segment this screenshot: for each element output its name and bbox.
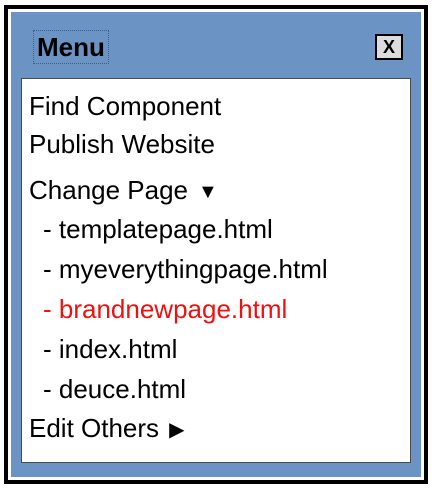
title-bar[interactable]: Menu X: [21, 12, 411, 78]
menu-item-find-component[interactable]: Find Component: [29, 87, 410, 125]
page-item-myeverythingpage[interactable]: - myeverythingpage.html: [29, 249, 410, 289]
page-item-deuce[interactable]: - deuce.html: [29, 369, 410, 409]
change-page-label: Change Page: [29, 175, 189, 205]
menu-window: Menu X Find Component Publish Website Ch…: [4, 5, 428, 484]
menu-panel: Menu X Find Component Publish Website Ch…: [11, 12, 421, 477]
page-item-brandnewpage[interactable]: - brandnewpage.html: [29, 289, 410, 329]
close-button[interactable]: X: [375, 34, 403, 60]
edit-others-label: Edit Others: [29, 413, 160, 443]
menu-content: Find Component Publish Website Change Pa…: [21, 78, 411, 463]
window-title: Menu: [33, 30, 109, 64]
menu-item-publish-website[interactable]: Publish Website: [29, 125, 410, 163]
page-item-templatepage[interactable]: - templatepage.html: [29, 209, 410, 249]
menu-gap: [29, 163, 410, 171]
page-item-index[interactable]: - index.html: [29, 329, 410, 369]
menu-item-change-page[interactable]: Change Page ▼: [29, 171, 410, 209]
menu-item-edit-others[interactable]: Edit Others ▶: [29, 409, 410, 447]
triangle-down-icon: ▼: [198, 181, 218, 203]
triangle-right-icon: ▶: [169, 419, 185, 441]
